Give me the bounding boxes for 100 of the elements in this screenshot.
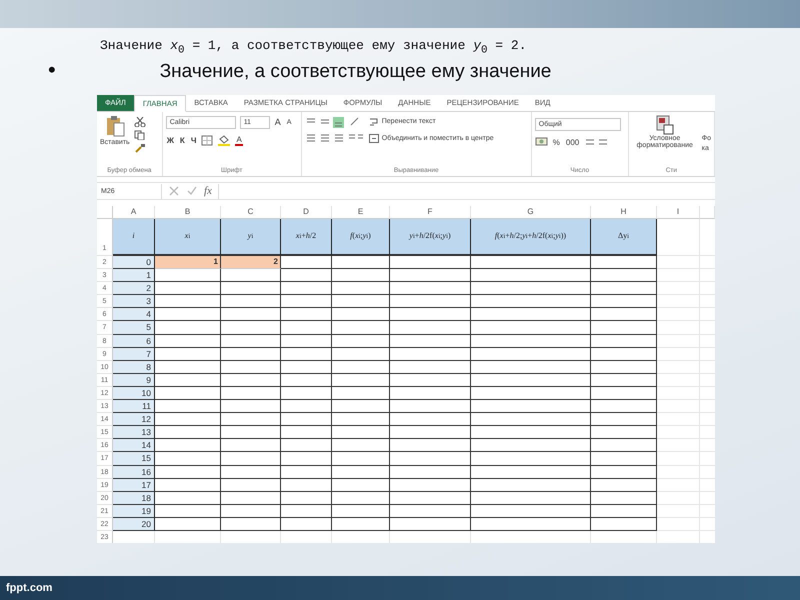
table-cell <box>591 282 657 296</box>
table-cell: 17 <box>113 478 155 492</box>
table-cell <box>591 374 657 387</box>
table-cell <box>332 439 390 452</box>
scissors-icon <box>134 117 146 127</box>
table-cell <box>281 518 332 531</box>
table-cell <box>332 282 390 296</box>
table-cell <box>155 269 221 282</box>
table-cell <box>281 439 332 452</box>
table-cell <box>591 466 657 479</box>
table-cell <box>281 256 332 270</box>
table-cell <box>155 413 221 426</box>
table-cell: 3 <box>113 295 155 308</box>
number-format-button[interactable]: 000 <box>564 138 580 146</box>
table-cell <box>155 374 221 387</box>
column-header[interactable]: A <box>113 206 155 219</box>
format-button[interactable]: Ж <box>166 136 175 144</box>
column-header[interactable]: G <box>471 206 591 219</box>
table-cell <box>281 348 332 361</box>
format-button[interactable]: Ч <box>190 136 198 144</box>
currency-icon[interactable] <box>534 137 548 147</box>
table-cell: 15 <box>113 452 155 466</box>
font-color-button[interactable]: A <box>235 134 243 146</box>
table-cell <box>221 374 281 387</box>
table-cell: 7 <box>113 348 155 361</box>
table-cell <box>332 334 390 348</box>
table-cell <box>332 492 390 505</box>
column-header[interactable]: F <box>390 206 471 219</box>
table-cell <box>155 466 221 479</box>
table-cell <box>221 413 281 426</box>
fill-bucket-icon[interactable] <box>217 134 232 146</box>
table-cell <box>591 308 657 322</box>
table-cell: 11 <box>113 400 155 414</box>
table-cell <box>221 282 281 296</box>
table-cell <box>221 466 281 479</box>
table-cell <box>332 386 390 400</box>
copy-icon <box>134 130 146 140</box>
table-cell <box>281 386 332 400</box>
table-cell <box>281 374 332 387</box>
table-cell <box>591 269 657 282</box>
table-cell <box>591 360 657 374</box>
table-cell <box>332 308 390 322</box>
check-icon[interactable] <box>186 185 198 197</box>
table-cell: 0 <box>113 256 155 270</box>
table-cell <box>281 321 332 335</box>
column-header[interactable]: I <box>657 206 700 219</box>
column-header[interactable]: B <box>155 206 221 219</box>
table-cell <box>155 348 221 361</box>
table-cell <box>155 504 221 518</box>
table-cell <box>281 426 332 440</box>
clipboard-icon <box>104 115 125 137</box>
table-cell <box>221 426 281 440</box>
borders-icon[interactable] <box>201 134 214 146</box>
table-cell: 18 <box>113 492 155 505</box>
table-cell <box>221 492 281 505</box>
table-cell <box>155 295 221 308</box>
column-header[interactable]: C <box>221 206 281 219</box>
table-cell <box>281 400 332 414</box>
table-cell <box>591 518 657 531</box>
column-header[interactable]: H <box>591 206 657 219</box>
table-cell: 19 <box>113 504 155 518</box>
table-cell <box>221 478 281 492</box>
table-cell <box>332 360 390 374</box>
table-cell <box>221 504 281 518</box>
table-cell: 5 <box>113 321 155 335</box>
table-cell: 1 <box>155 256 221 270</box>
table-cell: 10 <box>113 386 155 400</box>
table-cell <box>281 452 332 466</box>
insert-function-button[interactable]: fx <box>204 185 212 197</box>
table-cell <box>591 492 657 505</box>
table-cell <box>332 269 390 282</box>
table-cell <box>221 400 281 414</box>
column-header[interactable]: E <box>332 206 390 219</box>
table-cell <box>332 504 390 518</box>
format-button[interactable]: К <box>178 136 186 144</box>
table-cell <box>221 348 281 361</box>
table-cell <box>155 439 221 452</box>
brush-icon <box>134 143 146 153</box>
table-cell <box>591 400 657 414</box>
table-cell <box>281 504 332 518</box>
table-cell <box>221 386 281 400</box>
number-format-button[interactable]: % <box>552 138 561 146</box>
table-cell <box>155 334 221 348</box>
table-cell <box>155 518 221 531</box>
table-cell <box>155 321 221 335</box>
column-header[interactable]: D <box>281 206 332 219</box>
bullet-text: Значение, а соответствующее ему значение <box>160 60 552 83</box>
table-cell <box>155 426 221 440</box>
table-cell <box>591 348 657 361</box>
font-size-button[interactable]: A <box>274 117 282 127</box>
table-cell <box>591 413 657 426</box>
table-cell <box>221 334 281 348</box>
table-cell <box>221 439 281 452</box>
table-cell <box>221 295 281 308</box>
table-cell: 4 <box>113 308 155 322</box>
table-cell <box>281 334 332 348</box>
table-cell <box>281 308 332 322</box>
table-cell: 14 <box>113 439 155 452</box>
table-cell <box>591 321 657 335</box>
merge-icon <box>368 134 379 143</box>
